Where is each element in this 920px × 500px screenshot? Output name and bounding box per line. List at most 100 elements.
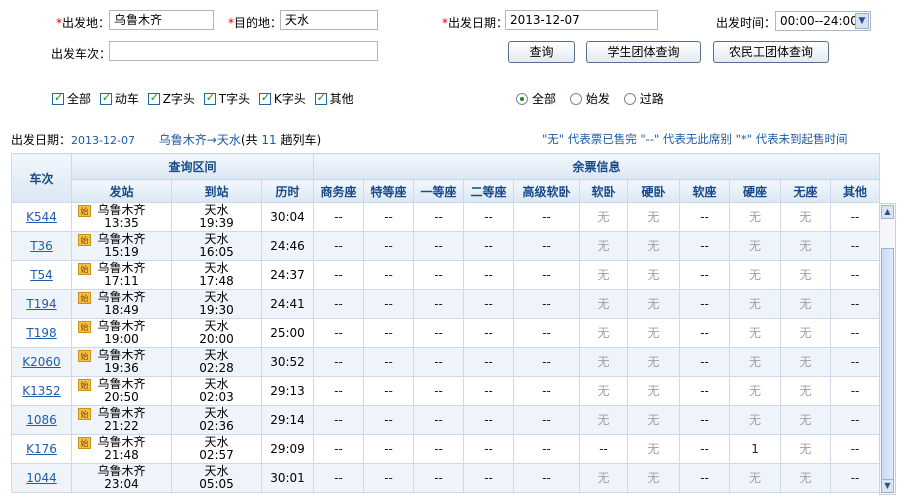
departure-time: 20:50	[104, 390, 139, 404]
origin-badge-icon: 始	[78, 437, 91, 449]
seat-cell: 无	[729, 289, 782, 319]
seat-cell: 无	[780, 347, 832, 377]
checkbox-icon[interactable]	[52, 91, 64, 105]
train-no-label: 出发车次：	[51, 47, 112, 61]
train-cell[interactable]: 1044	[11, 463, 72, 493]
checkbox-icon[interactable]	[147, 91, 160, 105]
table-row[interactable]: K2060 始乌鲁木齐 19:36 天水 02:28 30:52 -- -- -- -- -- 无无 -…	[11, 347, 881, 377]
results-scrollbar[interactable]: ▲ ▼	[879, 203, 896, 495]
arrival-time: 02:36	[199, 419, 234, 433]
train-number-link[interactable]: K544	[26, 210, 57, 224]
table-row[interactable]: K544 始乌鲁木齐 13:35 天水 19:39 30:04 -- -- -- -- -- 无无 --…	[11, 202, 881, 232]
train-cell[interactable]: K2060	[11, 347, 72, 377]
train-cell[interactable]: K544	[11, 202, 72, 232]
seat-cell: 无	[780, 463, 832, 493]
time-select[interactable]: 00:00--24:00 ▼	[775, 11, 871, 31]
to-station-input[interactable]: 天水	[280, 10, 378, 30]
train-cell[interactable]: T198	[11, 318, 72, 348]
radio-icon[interactable]	[569, 93, 582, 105]
duration-cell: 25:00	[260, 318, 315, 348]
col-seat: 二等座	[463, 179, 515, 203]
train-cell[interactable]: K176	[11, 434, 72, 464]
summary-count-suffix: 趟列车)	[276, 133, 322, 147]
filter-k[interactable]: K字头	[258, 91, 306, 106]
from-station-input[interactable]: 乌鲁木齐	[109, 10, 214, 30]
table-row[interactable]: K176 始乌鲁木齐 21:48 天水 02:57 29:09 -- -- -- -- -- -- 无 -…	[11, 434, 881, 464]
arrival-time: 17:48	[199, 274, 234, 288]
seat-cell: --	[679, 376, 731, 406]
col-duration: 历时	[260, 179, 315, 203]
scroll-up-icon[interactable]: ▲	[881, 205, 894, 219]
radio-icon[interactable]	[623, 93, 636, 105]
checkbox-icon[interactable]	[258, 91, 271, 105]
arrival-time: 20:00	[199, 332, 234, 346]
seat-cell: 1	[729, 434, 782, 464]
table-row[interactable]: T194 始乌鲁木齐 18:49 天水 19:30 24:41 -- -- -- -- -- 无无 --…	[11, 289, 881, 319]
train-number-link[interactable]: T194	[26, 297, 56, 311]
filter-z[interactable]: Z字头	[147, 91, 195, 106]
seat-legend: "无" 代表票已售完 "--" 代表无此席别 "*" 代表未到起售时间	[542, 132, 848, 146]
train-number-link[interactable]: K1352	[22, 384, 60, 398]
seat-cell: 无	[627, 347, 681, 377]
train-cell[interactable]: T36	[11, 231, 72, 261]
seat-cell: 无	[627, 405, 681, 435]
filter-emu[interactable]: 动车	[99, 91, 139, 106]
seat-cell: --	[513, 289, 581, 319]
seat-cell: --	[830, 405, 881, 435]
scroll-down-icon[interactable]: ▼	[881, 479, 894, 493]
train-number-link[interactable]: T36	[30, 239, 53, 253]
checkbox-icon[interactable]	[99, 91, 112, 105]
train-cell[interactable]: T194	[11, 289, 72, 319]
radio-icon[interactable]	[516, 93, 528, 105]
table-row[interactable]: T198 始乌鲁木齐 19:00 天水 20:00 25:00 -- -- -- -- -- 无无 --…	[11, 318, 881, 348]
checkbox-icon[interactable]	[203, 91, 216, 105]
seat-cell: --	[413, 318, 465, 348]
seat-cell: --	[363, 289, 415, 319]
radio-passing[interactable]: 过路	[623, 92, 664, 106]
chevron-down-icon[interactable]: ▼	[855, 13, 869, 29]
train-cell[interactable]: T54	[11, 260, 72, 290]
table-row[interactable]: 1044 乌鲁木齐 23:04 天水 05:05 30:01 -- -- -- -- -- 无无 -- 无…	[11, 463, 881, 493]
train-cell[interactable]: 1086	[11, 405, 72, 435]
from-label: *出发地：	[56, 16, 111, 30]
date-input[interactable]: 2013-12-07	[505, 10, 658, 30]
migrant-group-query-button[interactable]: 农民工团体查询	[713, 41, 829, 63]
train-number-link[interactable]: T198	[26, 326, 56, 340]
train-number-link[interactable]: T54	[30, 268, 53, 282]
seat-cell: 无	[729, 231, 782, 261]
table-row[interactable]: T36 始乌鲁木齐 15:19 天水 16:05 24:46 -- -- -- -- -- 无无 -- 无…	[11, 231, 881, 261]
from-cell: 始乌鲁木齐 18:49	[71, 289, 172, 319]
filter-t[interactable]: T字头	[203, 91, 250, 106]
train-number-link[interactable]: 1086	[26, 413, 57, 427]
radio-origin[interactable]: 始发	[569, 92, 610, 106]
filter-all[interactable]: 全部	[52, 91, 91, 106]
seat-cell: --	[679, 260, 731, 290]
checkbox-icon[interactable]	[314, 91, 327, 105]
seat-cell: --	[679, 202, 731, 232]
train-number-link[interactable]: K2060	[22, 355, 60, 369]
query-button[interactable]: 查询	[508, 41, 575, 63]
summary-route: 乌鲁木齐→天水	[158, 133, 241, 147]
table-row[interactable]: T54 始乌鲁木齐 17:11 天水 17:48 24:37 -- -- -- -- -- 无无 -- 无…	[11, 260, 881, 290]
seat-cell: --	[463, 260, 515, 290]
from-cell: 始乌鲁木齐 15:19	[71, 231, 172, 261]
train-no-input[interactable]	[109, 41, 378, 61]
seat-cell: 无	[729, 405, 782, 435]
student-group-query-button[interactable]: 学生团体查询	[586, 41, 701, 63]
scroll-thumb[interactable]	[881, 248, 894, 481]
train-number-link[interactable]: 1044	[26, 471, 57, 485]
duration-cell: 30:52	[260, 347, 315, 377]
from-cell: 始乌鲁木齐 19:00	[71, 318, 172, 348]
radio-all[interactable]: 全部	[516, 92, 556, 106]
filter-other[interactable]: 其他	[314, 91, 354, 106]
table-row[interactable]: K1352 始乌鲁木齐 20:50 天水 02:03 29:13 -- -- -- -- -- 无无 -…	[11, 376, 881, 406]
seat-cell: --	[513, 202, 581, 232]
origin-badge-icon: 始	[78, 321, 91, 333]
duration-cell: 30:04	[260, 202, 315, 232]
train-cell[interactable]: K1352	[11, 376, 72, 406]
table-row[interactable]: 1086 始乌鲁木齐 21:22 天水 02:36 29:14 -- -- -- -- -- 无无 --…	[11, 405, 881, 435]
departure-time: 21:48	[104, 448, 139, 462]
seat-cell: --	[363, 260, 415, 290]
train-number-link[interactable]: K176	[26, 442, 57, 456]
seat-cell: --	[830, 318, 881, 348]
